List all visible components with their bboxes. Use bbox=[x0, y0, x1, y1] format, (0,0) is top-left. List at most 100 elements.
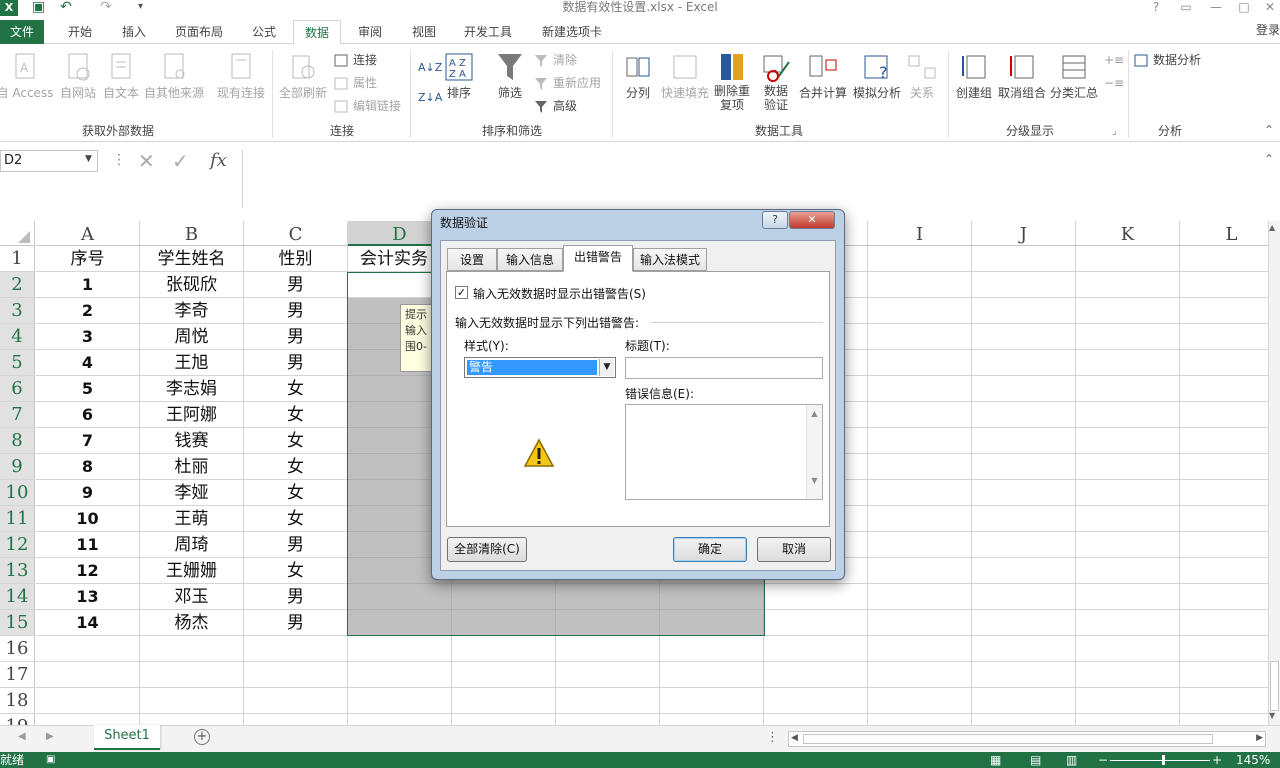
sort-button[interactable]: A ZZ A 排序 bbox=[440, 50, 478, 101]
cell-b7[interactable]: 王阿娜 bbox=[140, 402, 244, 428]
cell-g17[interactable] bbox=[660, 662, 764, 688]
cell-k2[interactable] bbox=[1076, 272, 1180, 298]
group-button[interactable]: 创建组 bbox=[952, 50, 996, 101]
row-header-15[interactable]: 15 bbox=[0, 610, 35, 636]
cell-j10[interactable] bbox=[972, 480, 1076, 506]
cell-a11[interactable]: 10 bbox=[36, 506, 140, 532]
cell-b8[interactable]: 钱赛 bbox=[140, 428, 244, 454]
cell-c16[interactable] bbox=[244, 636, 348, 662]
cell-i6[interactable] bbox=[868, 376, 972, 402]
cell-b12[interactable]: 周琦 bbox=[140, 532, 244, 558]
new-sheet-icon[interactable]: + bbox=[194, 729, 210, 745]
name-box-dropdown-icon[interactable]: ▼ bbox=[85, 154, 92, 164]
help-icon[interactable]: ? bbox=[1142, 0, 1170, 16]
column-header-c[interactable]: C bbox=[244, 221, 348, 246]
ribbon-display-icon[interactable]: ▭ bbox=[1172, 0, 1200, 16]
tab-file[interactable]: 文件 bbox=[0, 20, 44, 44]
cell-a3[interactable]: 2 bbox=[36, 298, 140, 324]
cell-f16[interactable] bbox=[556, 636, 660, 662]
row-header-1[interactable]: 1 bbox=[0, 246, 35, 272]
cell-b4[interactable]: 周悦 bbox=[140, 324, 244, 350]
scroll-right-icon[interactable]: ▶ bbox=[1256, 733, 1263, 743]
tab-new-tab[interactable]: 新建选项卡 bbox=[532, 20, 612, 44]
cell-c19[interactable] bbox=[244, 714, 348, 725]
cell-j12[interactable] bbox=[972, 532, 1076, 558]
filter-button[interactable]: 筛选 bbox=[490, 50, 530, 101]
cell-l2[interactable] bbox=[1180, 272, 1268, 298]
cell-i5[interactable] bbox=[868, 350, 972, 376]
cell-c2[interactable]: 男 bbox=[244, 272, 348, 298]
cell-d19[interactable] bbox=[348, 714, 452, 725]
subtotal-button[interactable]: 分类汇总 bbox=[1048, 50, 1100, 101]
cell-b17[interactable] bbox=[140, 662, 244, 688]
cell-j5[interactable] bbox=[972, 350, 1076, 376]
cell-j18[interactable] bbox=[972, 688, 1076, 714]
cell-c5[interactable]: 男 bbox=[244, 350, 348, 376]
cell-j1[interactable] bbox=[972, 246, 1076, 272]
column-header-l[interactable]: L bbox=[1180, 221, 1268, 246]
dialog-tab-ime-mode[interactable]: 输入法模式 bbox=[633, 248, 707, 271]
cell-a8[interactable]: 7 bbox=[36, 428, 140, 454]
cell-k6[interactable] bbox=[1076, 376, 1180, 402]
cell-b3[interactable]: 李奇 bbox=[140, 298, 244, 324]
cell-b1[interactable]: 学生姓名 bbox=[140, 246, 244, 272]
cell-g15[interactable] bbox=[660, 610, 764, 636]
cell-k19[interactable] bbox=[1076, 714, 1180, 725]
tab-insert[interactable]: 插入 bbox=[110, 20, 158, 44]
row-header-10[interactable]: 10 bbox=[0, 480, 35, 506]
connections-button[interactable]: 连接 bbox=[334, 50, 377, 70]
zoom-level[interactable]: 145% bbox=[1236, 752, 1270, 768]
cell-a16[interactable] bbox=[36, 636, 140, 662]
cell-k1[interactable] bbox=[1076, 246, 1180, 272]
normal-view-icon[interactable]: ▦ bbox=[990, 752, 1001, 768]
cell-l3[interactable] bbox=[1180, 298, 1268, 324]
cell-c8[interactable]: 女 bbox=[244, 428, 348, 454]
cell-l10[interactable] bbox=[1180, 480, 1268, 506]
cell-b14[interactable]: 邓玉 bbox=[140, 584, 244, 610]
cell-k17[interactable] bbox=[1076, 662, 1180, 688]
cell-g16[interactable] bbox=[660, 636, 764, 662]
cell-c7[interactable]: 女 bbox=[244, 402, 348, 428]
dialog-help-icon[interactable]: ? bbox=[762, 211, 788, 229]
row-header-5[interactable]: 5 bbox=[0, 350, 35, 376]
flash-fill-button[interactable]: 快速填充 bbox=[658, 50, 712, 101]
cell-h18[interactable] bbox=[764, 688, 868, 714]
cell-c6[interactable]: 女 bbox=[244, 376, 348, 402]
cell-k3[interactable] bbox=[1076, 298, 1180, 324]
cell-c17[interactable] bbox=[244, 662, 348, 688]
from-web-button[interactable]: 自网站 bbox=[56, 50, 100, 101]
cell-j9[interactable] bbox=[972, 454, 1076, 480]
consolidate-button[interactable]: 合并计算 bbox=[798, 50, 848, 101]
zoom-slider[interactable] bbox=[1110, 760, 1210, 761]
tab-formulas[interactable]: 公式 bbox=[240, 20, 288, 44]
cell-j16[interactable] bbox=[972, 636, 1076, 662]
clear-all-button[interactable]: 全部清除(C) bbox=[447, 537, 527, 562]
cell-g19[interactable] bbox=[660, 714, 764, 725]
cell-f14[interactable] bbox=[556, 584, 660, 610]
title-input[interactable] bbox=[625, 357, 823, 379]
row-header-4[interactable]: 4 bbox=[0, 324, 35, 350]
cell-b18[interactable] bbox=[140, 688, 244, 714]
from-other-sources-button[interactable]: 自其他来源 bbox=[142, 50, 206, 101]
refresh-all-button[interactable]: 全部刷新 bbox=[276, 50, 330, 101]
cell-i9[interactable] bbox=[868, 454, 972, 480]
cell-l16[interactable] bbox=[1180, 636, 1268, 662]
cell-k11[interactable] bbox=[1076, 506, 1180, 532]
cell-j17[interactable] bbox=[972, 662, 1076, 688]
cell-l4[interactable] bbox=[1180, 324, 1268, 350]
row-header-14[interactable]: 14 bbox=[0, 584, 35, 610]
cell-a14[interactable]: 13 bbox=[36, 584, 140, 610]
cell-a10[interactable]: 9 bbox=[36, 480, 140, 506]
column-header-k[interactable]: K bbox=[1076, 221, 1180, 246]
cell-f17[interactable] bbox=[556, 662, 660, 688]
cell-j15[interactable] bbox=[972, 610, 1076, 636]
cell-k13[interactable] bbox=[1076, 558, 1180, 584]
cell-a6[interactable]: 5 bbox=[36, 376, 140, 402]
cell-a5[interactable]: 4 bbox=[36, 350, 140, 376]
cell-a1[interactable]: 序号 bbox=[36, 246, 140, 272]
cell-c11[interactable]: 女 bbox=[244, 506, 348, 532]
cell-l8[interactable] bbox=[1180, 428, 1268, 454]
cell-i12[interactable] bbox=[868, 532, 972, 558]
row-header-7[interactable]: 7 bbox=[0, 402, 35, 428]
cell-d17[interactable] bbox=[348, 662, 452, 688]
